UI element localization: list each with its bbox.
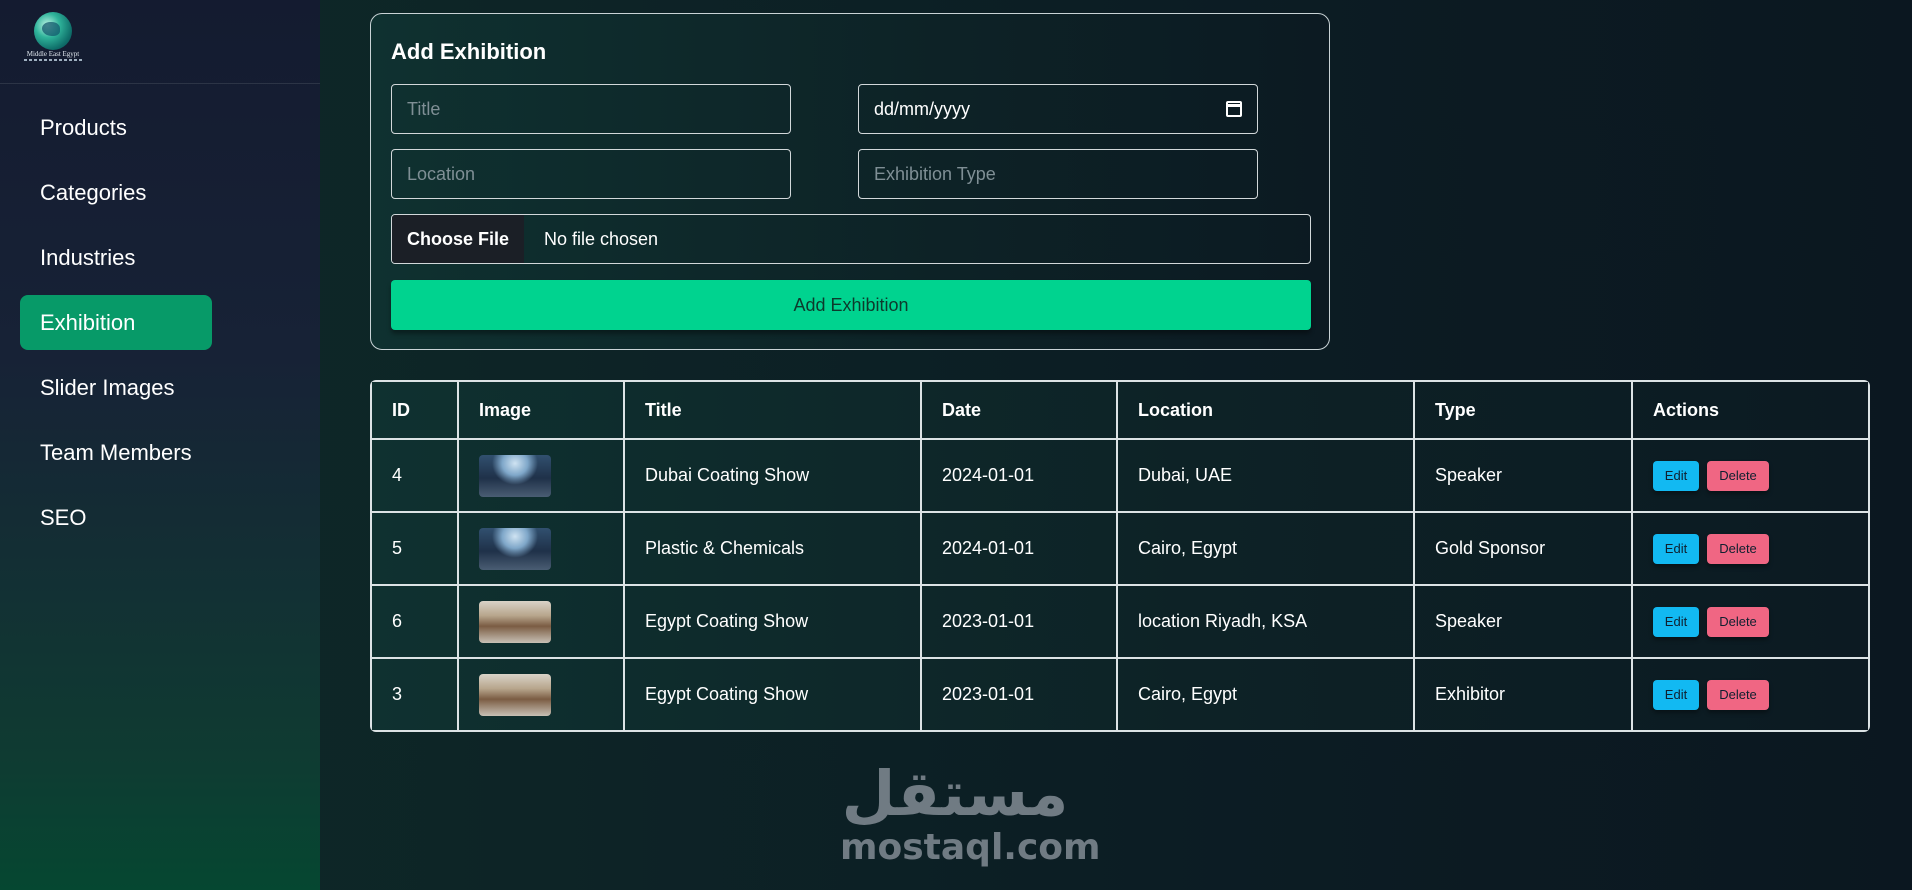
delete-button[interactable]: Delete	[1707, 679, 1769, 710]
column-header-location: Location	[1116, 380, 1415, 440]
file-input[interactable]: Choose File No file chosen	[391, 214, 1311, 264]
cell-image	[457, 584, 625, 659]
sidebar-item-team-members[interactable]: Team Members	[20, 425, 212, 480]
date-input[interactable]: dd/mm/yyyy	[858, 84, 1258, 134]
column-header-image: Image	[457, 380, 625, 440]
logo-tagline-mark	[24, 59, 82, 61]
exhibition-type-input[interactable]	[858, 149, 1258, 199]
cell-date: 2023-01-01	[920, 657, 1118, 732]
delete-button[interactable]: Delete	[1707, 606, 1769, 637]
cell-type: Exhibitor	[1413, 657, 1633, 732]
cell-type: Gold Sponsor	[1413, 511, 1633, 586]
sidebar-nav: Products Categories Industries Exhibitio…	[0, 84, 320, 545]
column-header-date: Date	[920, 380, 1118, 440]
cell-date: 2023-01-01	[920, 584, 1118, 659]
exhibition-thumbnail	[479, 454, 551, 497]
choose-file-button[interactable]: Choose File	[392, 215, 524, 263]
cell-location: Cairo, Egypt	[1116, 657, 1415, 732]
title-input[interactable]	[391, 84, 791, 134]
add-exhibition-form: Add Exhibition dd/mm/yyyy Choose File No…	[370, 13, 1330, 350]
delete-button[interactable]: Delete	[1707, 460, 1769, 491]
sidebar-item-industries[interactable]: Industries	[20, 230, 212, 285]
cell-title: Egypt Coating Show	[623, 657, 922, 732]
exhibition-thumbnail	[479, 673, 551, 716]
cell-title: Dubai Coating Show	[623, 438, 922, 513]
exhibitions-table: ID Image Title Date Location Type Action…	[370, 380, 1870, 732]
watermark-arabic: مستقل	[841, 757, 1069, 830]
edit-button[interactable]: Edit	[1653, 606, 1699, 637]
sidebar: Middle East Egypt Products Categories In…	[0, 0, 320, 890]
add-exhibition-button[interactable]: Add Exhibition	[391, 280, 1311, 330]
cell-type: Speaker	[1413, 438, 1633, 513]
cell-id: 3	[370, 657, 459, 732]
cell-actions: Edit Delete	[1631, 438, 1870, 513]
globe-logo-icon	[34, 12, 72, 50]
exhibition-thumbnail	[479, 600, 551, 643]
cell-image	[457, 657, 625, 732]
sidebar-item-products[interactable]: Products	[20, 100, 212, 155]
mostaql-watermark: مستقل mostaql.com	[840, 757, 1101, 870]
cell-id: 4	[370, 438, 459, 513]
cell-location: location Riyadh, KSA	[1116, 584, 1415, 659]
date-input-value: dd/mm/yyyy	[874, 98, 971, 119]
cell-image	[457, 511, 625, 586]
cell-id: 6	[370, 584, 459, 659]
column-header-title: Title	[623, 380, 922, 440]
cell-image	[457, 438, 625, 513]
cell-location: Cairo, Egypt	[1116, 511, 1415, 586]
cell-id: 5	[370, 511, 459, 586]
cell-actions: Edit Delete	[1631, 584, 1870, 659]
form-title: Add Exhibition	[391, 39, 547, 64]
calendar-icon[interactable]	[1226, 101, 1242, 117]
cell-title: Plastic & Chemicals	[623, 511, 922, 586]
cell-actions: Edit Delete	[1631, 657, 1870, 732]
cell-type: Speaker	[1413, 584, 1633, 659]
watermark-latin: mostaql.com	[840, 827, 1101, 868]
logo-area: Middle East Egypt	[0, 0, 320, 84]
cell-date: 2024-01-01	[920, 438, 1118, 513]
edit-button[interactable]: Edit	[1653, 460, 1699, 491]
cell-actions: Edit Delete	[1631, 511, 1870, 586]
sidebar-item-exhibition[interactable]: Exhibition	[20, 295, 212, 350]
cell-title: Egypt Coating Show	[623, 584, 922, 659]
cell-location: Dubai, UAE	[1116, 438, 1415, 513]
sidebar-item-categories[interactable]: Categories	[20, 165, 212, 220]
table-row: 3 Egypt Coating Show 2023-01-01 Cairo, E…	[370, 657, 1870, 732]
cell-date: 2024-01-01	[920, 511, 1118, 586]
location-input[interactable]	[391, 149, 791, 199]
table-row: 4 Dubai Coating Show 2024-01-01 Dubai, U…	[370, 438, 1870, 513]
exhibition-thumbnail	[479, 527, 551, 570]
column-header-actions: Actions	[1631, 380, 1870, 440]
file-status: No file chosen	[544, 228, 659, 249]
logo[interactable]: Middle East Egypt	[20, 12, 84, 64]
delete-button[interactable]: Delete	[1707, 533, 1769, 564]
edit-button[interactable]: Edit	[1653, 679, 1699, 710]
sidebar-item-seo[interactable]: SEO	[20, 490, 212, 545]
sidebar-item-slider-images[interactable]: Slider Images	[20, 360, 212, 415]
logo-text: Middle East Egypt	[26, 50, 80, 58]
table-header-row: ID Image Title Date Location Type Action…	[370, 380, 1870, 440]
table-row: 5 Plastic & Chemicals 2024-01-01 Cairo, …	[370, 511, 1870, 586]
column-header-id: ID	[370, 380, 459, 440]
table-row: 6 Egypt Coating Show 2023-01-01 location…	[370, 584, 1870, 659]
column-header-type: Type	[1413, 380, 1633, 440]
edit-button[interactable]: Edit	[1653, 533, 1699, 564]
